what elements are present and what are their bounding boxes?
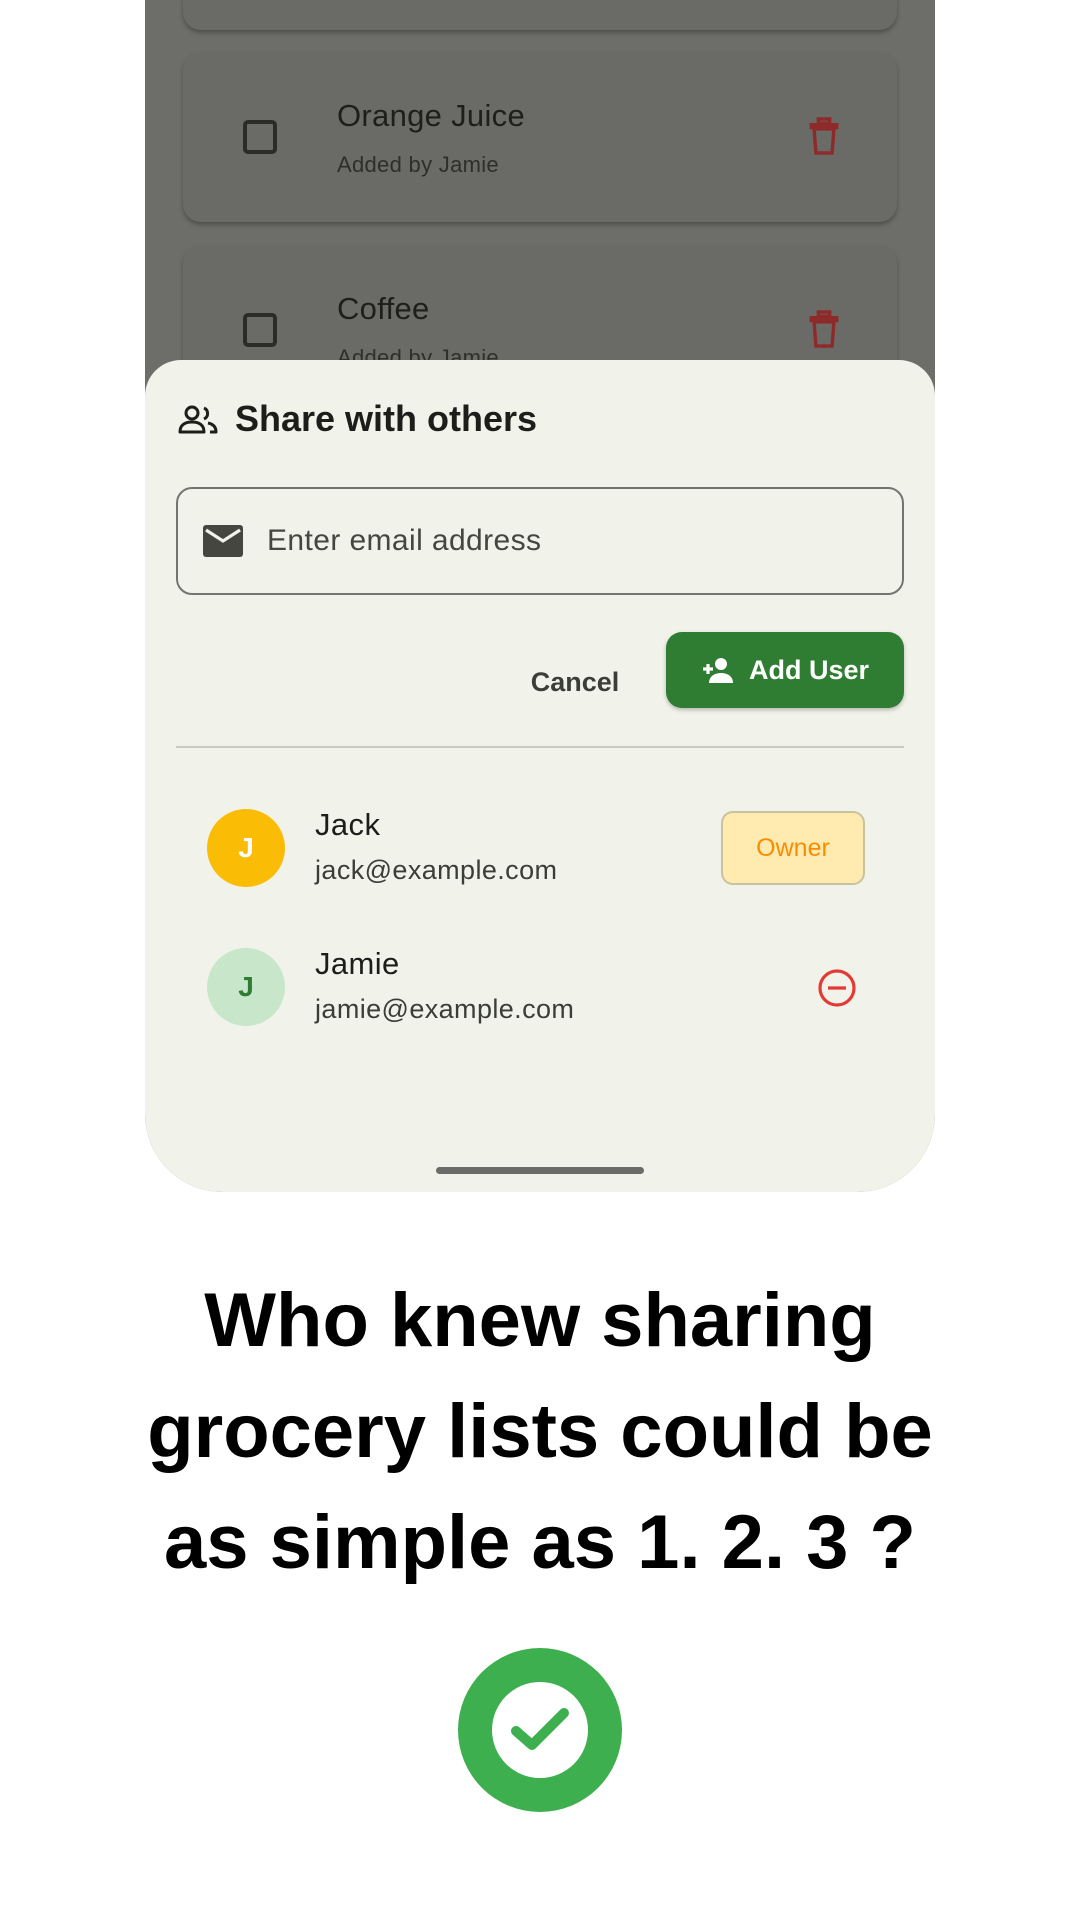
list-item [183,0,897,30]
mail-icon [203,525,243,557]
avatar: J [207,809,285,887]
tagline: Who knew sharing grocery lists could be … [0,1265,1080,1598]
people-icon [178,405,218,434]
item-checkbox[interactable] [243,120,277,154]
check-inner [492,1682,588,1778]
trash-icon[interactable] [807,309,841,349]
tagline-line: Who knew sharing [204,1278,876,1363]
check-circle-icon [458,1648,622,1812]
item-added-by: Added by Jamie [337,152,499,177]
sheet-title: Share with others [235,398,538,439]
tagline-line: grocery lists could be [147,1389,933,1474]
share-bottom-sheet: Share with others Cancel Add User J Jack… [145,360,935,1192]
item-name: Orange Juice [337,98,525,133]
shared-user-row: J Jamie jamie@example.com [207,946,867,1028]
shared-user-row: J Jack jack@example.com Owner [207,807,867,889]
divider [176,746,904,748]
remove-circle-icon[interactable] [815,966,859,1010]
add-user-label: Add User [748,654,870,685]
user-name: Jack [315,807,381,842]
user-email: jamie@example.com [315,994,575,1024]
cancel-button[interactable]: Cancel [505,652,645,712]
checkmark-icon [511,1708,569,1750]
phone-screen: Orange Juice Added by Jamie Coffee Added… [145,0,935,1192]
trash-icon[interactable] [807,116,841,156]
item-name: Coffee [337,291,430,326]
add-user-button[interactable]: Add User [666,632,904,708]
sheet-header: Share with others [177,398,537,440]
email-field[interactable] [176,487,904,595]
avatar: J [207,948,285,1026]
home-indicator [436,1167,644,1174]
item-checkbox[interactable] [243,313,277,347]
tagline-line: as simple as 1. 2. 3 ? [164,1500,916,1585]
user-name: Jamie [315,946,400,981]
email-input[interactable] [267,524,867,558]
list-item[interactable]: Orange Juice Added by Jamie [183,52,897,222]
person-add-icon [702,658,733,683]
user-email: jack@example.com [315,855,558,885]
owner-badge: Owner [721,811,865,885]
